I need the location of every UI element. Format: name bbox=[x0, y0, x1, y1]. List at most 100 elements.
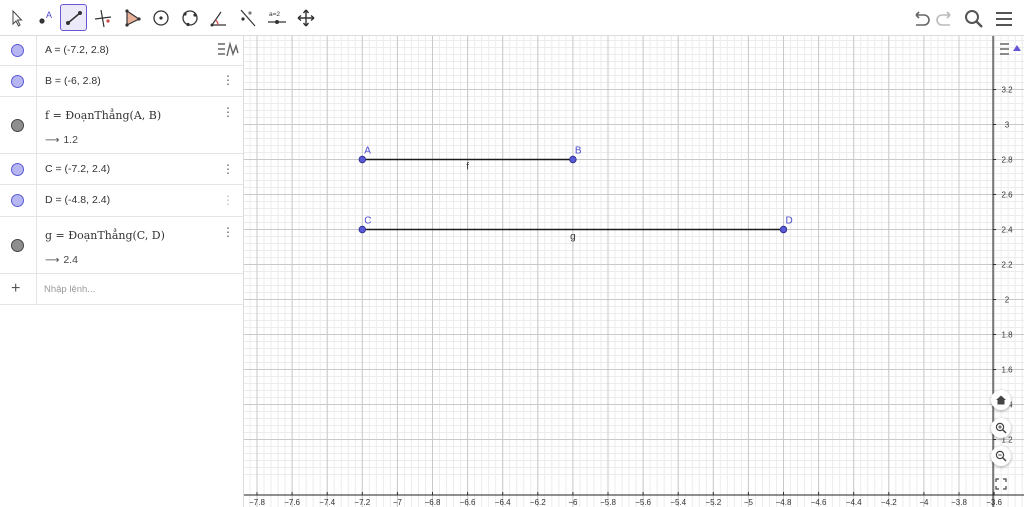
point-label-D: D bbox=[786, 216, 793, 227]
x-tick-label: −3.6 bbox=[986, 498, 1002, 507]
x-tick-label: −4.2 bbox=[881, 498, 897, 507]
graphics-canvas[interactable]: −7.8 −7.6 −7.4 −7.2 −7 −6.8 −6.6 −6.4 −6.2 −6 −5.8… bbox=[244, 36, 1024, 507]
point-tool-icon: A bbox=[38, 10, 52, 24]
more-options-icon[interactable]: ⋮ bbox=[222, 106, 234, 118]
x-tick-label: −6.2 bbox=[530, 498, 546, 507]
divider bbox=[36, 185, 37, 216]
algebra-item-expression[interactable]: D = (-4.8, 2.4) bbox=[45, 194, 110, 206]
algebra-item-C[interactable]: C = (-7.2, 2.4) ⋮ bbox=[0, 154, 243, 185]
visibility-toggle[interactable] bbox=[11, 239, 24, 252]
divider bbox=[36, 217, 37, 273]
point-label-C: C bbox=[364, 216, 371, 227]
algebra-item-B[interactable]: B = (-6, 2.8) ⋮ bbox=[0, 66, 243, 97]
undo-icon bbox=[914, 10, 930, 26]
algebra-item-expression[interactable]: f = ĐoạnThẳng(A, B) bbox=[45, 109, 161, 122]
point-C bbox=[358, 225, 366, 234]
search-icon bbox=[964, 9, 983, 28]
x-tick-label: −7.8 bbox=[249, 498, 265, 507]
y-tick-label: 1.8 bbox=[1001, 331, 1013, 340]
output-arrow-icon: ⟶ bbox=[45, 255, 60, 266]
circle-center-point-tool[interactable] bbox=[147, 4, 174, 31]
more-options-icon[interactable]: ⋮ bbox=[222, 226, 234, 238]
visibility-toggle[interactable] bbox=[11, 163, 24, 176]
algebra-input-row[interactable]: + Nhập lệnh... bbox=[0, 274, 243, 305]
y-tick-label: 3.2 bbox=[1001, 86, 1013, 95]
slider-tool-icon: a=2 bbox=[267, 11, 286, 24]
fullscreen-button[interactable] bbox=[991, 474, 1011, 494]
algebra-item-expression[interactable]: A = (-7.2, 2.8) bbox=[45, 44, 109, 56]
x-tick-label: −5.2 bbox=[705, 498, 721, 507]
zoom-in-button[interactable] bbox=[991, 418, 1011, 438]
angle-tool[interactable] bbox=[205, 4, 232, 31]
algebra-item-expression[interactable]: C = (-7.2, 2.4) bbox=[45, 163, 110, 175]
segment-tool[interactable] bbox=[60, 4, 87, 31]
algebra-item-expression[interactable]: B = (-6, 2.8) bbox=[45, 75, 101, 87]
visibility-toggle[interactable] bbox=[11, 75, 24, 88]
y-tick-label: 2.2 bbox=[1001, 261, 1013, 270]
point-A bbox=[358, 155, 366, 164]
main-menu-button[interactable] bbox=[990, 5, 1017, 32]
more-options-icon[interactable]: ⋮ bbox=[222, 74, 234, 86]
algebra-item-f[interactable]: f = ĐoạnThẳng(A, B) ⟶ 1.2 ⋮ bbox=[0, 97, 243, 154]
x-tick-label: −5.6 bbox=[635, 498, 651, 507]
x-tick-label: −6 bbox=[568, 498, 578, 507]
zoom-out-button[interactable] bbox=[991, 446, 1011, 466]
x-tick-label: −7 bbox=[393, 498, 403, 507]
polygon-tool[interactable] bbox=[118, 4, 145, 31]
move-tool-icon bbox=[12, 9, 23, 27]
move-graphics-view-tool[interactable] bbox=[292, 4, 319, 31]
segment-tool-icon bbox=[65, 10, 82, 25]
search-button[interactable] bbox=[960, 5, 987, 32]
x-tick-label: −4 bbox=[919, 498, 929, 507]
y-tick-label: 3 bbox=[1005, 121, 1010, 130]
point-B bbox=[569, 155, 577, 164]
point-tool-label: A bbox=[46, 10, 52, 20]
slider-tool[interactable]: a=2 bbox=[263, 4, 290, 31]
divider bbox=[36, 154, 37, 184]
undo-button[interactable] bbox=[907, 5, 934, 32]
more-options-icon[interactable]: ⋮ bbox=[222, 163, 234, 175]
zoom-out-icon bbox=[995, 450, 1007, 462]
algebra-item-g[interactable]: g = ĐoạnThẳng(C, D) ⟶ 2.4 ⋮ bbox=[0, 217, 243, 274]
redo-button[interactable] bbox=[931, 5, 958, 32]
y-tick-label: 1.6 bbox=[1001, 366, 1013, 375]
point-tool[interactable]: A bbox=[31, 4, 58, 31]
toolbar: A a=2 bbox=[0, 0, 1024, 36]
circle-center-point-tool-icon bbox=[152, 9, 169, 26]
graphics-style-icon[interactable] bbox=[998, 40, 1022, 60]
polygon-tool-icon bbox=[124, 8, 141, 27]
divider bbox=[36, 274, 37, 304]
x-tick-label: −3.8 bbox=[951, 498, 967, 507]
x-tick-label: −4.6 bbox=[811, 498, 827, 507]
algebra-item-output: ⟶ 2.4 bbox=[45, 254, 78, 266]
circle-three-points-tool[interactable] bbox=[176, 4, 203, 31]
algebra-item-D[interactable]: D = (-4.8, 2.4) ⋮ bbox=[0, 185, 243, 217]
standard-view-button[interactable] bbox=[991, 390, 1011, 410]
reflect-line-tool[interactable] bbox=[234, 4, 261, 31]
more-options-icon[interactable]: ⋮ bbox=[222, 194, 234, 206]
visibility-toggle[interactable] bbox=[11, 194, 24, 207]
algebra-item-A[interactable]: A = (-7.2, 2.8) bbox=[0, 36, 243, 66]
point-D bbox=[779, 225, 788, 234]
y-tick-label: 2.8 bbox=[1001, 156, 1013, 165]
algebra-view: A = (-7.2, 2.8) B = (-6, 2.8) ⋮ f = Đoạn… bbox=[0, 36, 244, 507]
x-tick-label: −7.2 bbox=[354, 498, 370, 507]
plus-icon[interactable]: + bbox=[11, 280, 20, 298]
x-tick-label: −4.8 bbox=[776, 498, 792, 507]
algebra-item-expression[interactable]: g = ĐoạnThẳng(C, D) bbox=[45, 229, 165, 242]
perpendicular-line-tool[interactable] bbox=[89, 4, 116, 31]
y-tick-label: 2.4 bbox=[1001, 226, 1013, 235]
move-graphics-view-tool-icon bbox=[297, 9, 314, 26]
graphics-view[interactable]: −7.8 −7.6 −7.4 −7.2 −7 −6.8 −6.6 −6.4 −6.2 −6 −5.8… bbox=[244, 36, 1024, 507]
visibility-toggle[interactable] bbox=[11, 44, 24, 57]
redo-icon bbox=[935, 10, 951, 26]
input-bar[interactable]: Nhập lệnh... bbox=[44, 284, 95, 295]
move-tool[interactable] bbox=[3, 4, 30, 31]
slider-tool-label: a=2 bbox=[269, 11, 280, 18]
divider bbox=[36, 66, 37, 96]
reflect-line-tool-icon bbox=[240, 9, 255, 26]
point-label-A: A bbox=[364, 146, 371, 157]
y-tick-label: 2 bbox=[1005, 296, 1010, 305]
visibility-toggle[interactable] bbox=[11, 119, 24, 132]
circle-three-points-tool-icon bbox=[181, 9, 198, 26]
